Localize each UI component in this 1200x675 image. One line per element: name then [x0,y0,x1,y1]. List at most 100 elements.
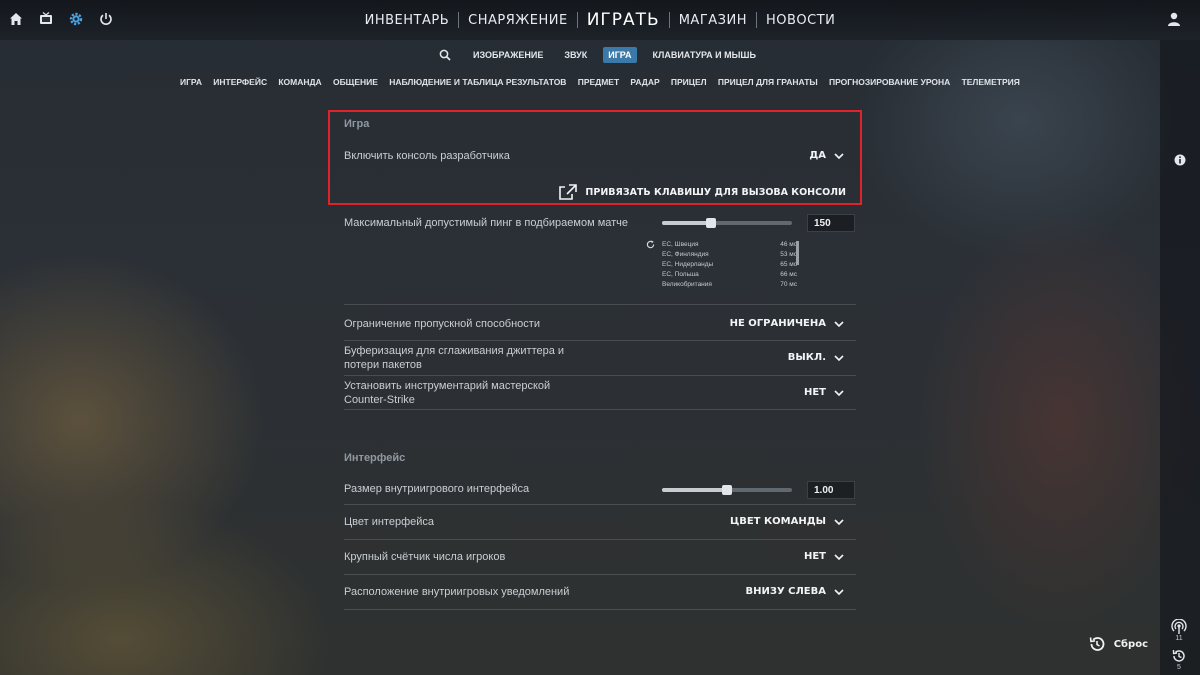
nav-play[interactable]: Играть [578,10,669,30]
highlight-frame [328,110,862,205]
bandwidth-value: Не ограничена [729,318,826,329]
buffering-label-line2: потери пакетов [344,359,422,371]
subtab-damage-prediction[interactable]: Прогнозирование урона [829,77,950,87]
subtab-grenade-crosshair[interactable]: Прицел для гранаты [718,77,818,87]
chevron-down-icon [834,518,844,525]
hud-scale-slider-thumb[interactable] [722,485,732,495]
workshop-label-line1: Установить инструментарий мастерской [344,380,551,392]
subtab-spectator-scoreboard[interactable]: Наблюдение и таблица результатов [389,77,566,87]
bandwidth-dropdown[interactable]: Не ограничена [730,318,844,329]
chevron-down-icon [834,320,844,327]
server-list-scrollbar[interactable] [796,241,799,265]
hud-scale-slider[interactable] [662,485,792,495]
info-icon[interactable] [1174,154,1186,166]
server-name: Великобритания [662,281,712,288]
server-ping: 65 мс [780,261,797,268]
hud-scale-value: 1.00 [814,484,834,496]
reset-icon [1089,637,1105,651]
hud-scale-slider-fill [662,488,727,492]
profile-icon[interactable] [1166,11,1182,27]
nav-news[interactable]: Новости [757,13,844,28]
server-ping: 46 мс [780,241,797,248]
subtab-crosshair[interactable]: Прицел [671,77,707,87]
chevron-down-icon [834,389,844,396]
max-ping-slider[interactable] [662,218,792,228]
nav-loadout[interactable]: Снаряжение [459,13,577,28]
divider [344,340,856,341]
subtab-interface[interactable]: Интерфейс [213,77,267,87]
subtab-game[interactable]: Игра [180,77,202,87]
notifications-label: Расположение внутриигровых уведомлений [344,586,570,598]
player-count-dropdown[interactable]: Нет [804,551,844,562]
server-ping-row: EC, Швеция 46 мс [662,240,797,250]
max-ping-input[interactable]: 150 [807,214,855,232]
divider [344,375,856,376]
sidebar-bottom-buttons: 11 5 [1166,619,1192,671]
server-name: EC, Нидерланды [662,261,714,268]
buffering-value: Выкл. [787,352,826,363]
history-icon [1172,649,1185,662]
server-ping-row: EC, Нидерланды 65 мс [662,260,797,270]
broadcast-button[interactable]: 11 [1166,619,1192,642]
divider [344,504,856,505]
hud-scale-input[interactable]: 1.00 [807,481,855,499]
hud-color-label: Цвет интерфейса [344,516,435,528]
top-bar: Инвентарь Снаряжение Играть Магазин Ново… [0,0,1200,40]
hud-color-value: Цвет команды [729,516,826,527]
chevron-down-icon [834,553,844,560]
hud-scale-label: Размер внутриигрового интерфейса [344,483,530,495]
subtab-team[interactable]: Команда [278,77,321,87]
max-ping-slider-fill [662,221,712,225]
divider [344,574,856,575]
subtab-communication[interactable]: Общение [333,77,378,87]
subtab-telemetry[interactable]: Телеметрия [962,77,1020,87]
nav-inventory[interactable]: Инвентарь [356,13,459,28]
tab-game[interactable]: Игра [603,47,637,63]
game-subtabs: Игра Интерфейс Команда Общение Наблюдени… [180,74,1020,90]
divider [344,539,856,540]
server-ping-row: EC, Финляндия 53 мс [662,250,797,260]
server-name: EC, Швеция [662,241,699,248]
nav-store[interactable]: Магазин [670,13,756,28]
history-button[interactable]: 5 [1166,648,1192,671]
divider [344,409,856,410]
subtab-radar[interactable]: Радар [630,77,659,87]
server-ping-row: EC, Польша 66 мс [662,270,797,280]
chevron-down-icon [834,588,844,595]
main-navigation: Инвентарь Снаряжение Играть Магазин Ново… [0,0,1200,40]
server-ping-list[interactable]: EC, Швеция 46 мс EC, Финляндия 53 мс EC, Н… [662,240,797,290]
search-icon[interactable] [439,49,451,61]
reset-button[interactable]: Сброс [1088,635,1148,653]
tab-audio[interactable]: Звук [559,47,592,63]
tab-graphics[interactable]: Изображение [468,47,548,63]
reset-label: Сброс [1113,638,1148,650]
server-name: EC, Финляндия [662,251,709,258]
tab-keyboard-mouse[interactable]: Клавиатура и мышь [648,47,761,63]
settings-tabs: Изображение Звук Игра Клавиатура и мышь [0,45,1200,65]
notifications-dropdown[interactable]: Внизу слева [746,586,845,597]
server-ping: 53 мс [780,251,797,258]
workshop-label: Установить инструментарий мастерской Cou… [344,379,550,407]
history-count: 5 [1177,664,1181,671]
workshop-value: Нет [803,387,826,398]
workshop-label-line2: Counter-Strike [344,394,415,406]
max-ping-value: 150 [814,217,831,229]
buffering-dropdown[interactable]: Выкл. [788,352,844,363]
broadcast-count: 11 [1175,635,1183,642]
hud-color-dropdown[interactable]: Цвет команды [730,516,844,527]
section-title-interface: Интерфейс [344,452,406,464]
notifications-value: Внизу слева [745,586,827,597]
divider [344,304,856,305]
player-count-label: Крупный счётчик числа игроков [344,551,506,563]
bandwidth-label: Ограничение пропускной способности [344,318,540,330]
buffering-label-line1: Буферизация для сглаживания джиттера и [344,345,565,357]
max-ping-label: Максимальный допустимый пинг в подбираем… [344,217,629,229]
refresh-icon[interactable] [646,240,655,249]
divider [344,609,856,610]
server-ping: 70 мс [780,281,797,288]
max-ping-slider-thumb[interactable] [706,218,717,228]
subtab-item[interactable]: Предмет [578,77,619,87]
workshop-dropdown[interactable]: Нет [804,387,844,398]
broadcast-icon [1171,619,1187,634]
server-ping-row: Великобритания 70 мс [662,280,797,290]
